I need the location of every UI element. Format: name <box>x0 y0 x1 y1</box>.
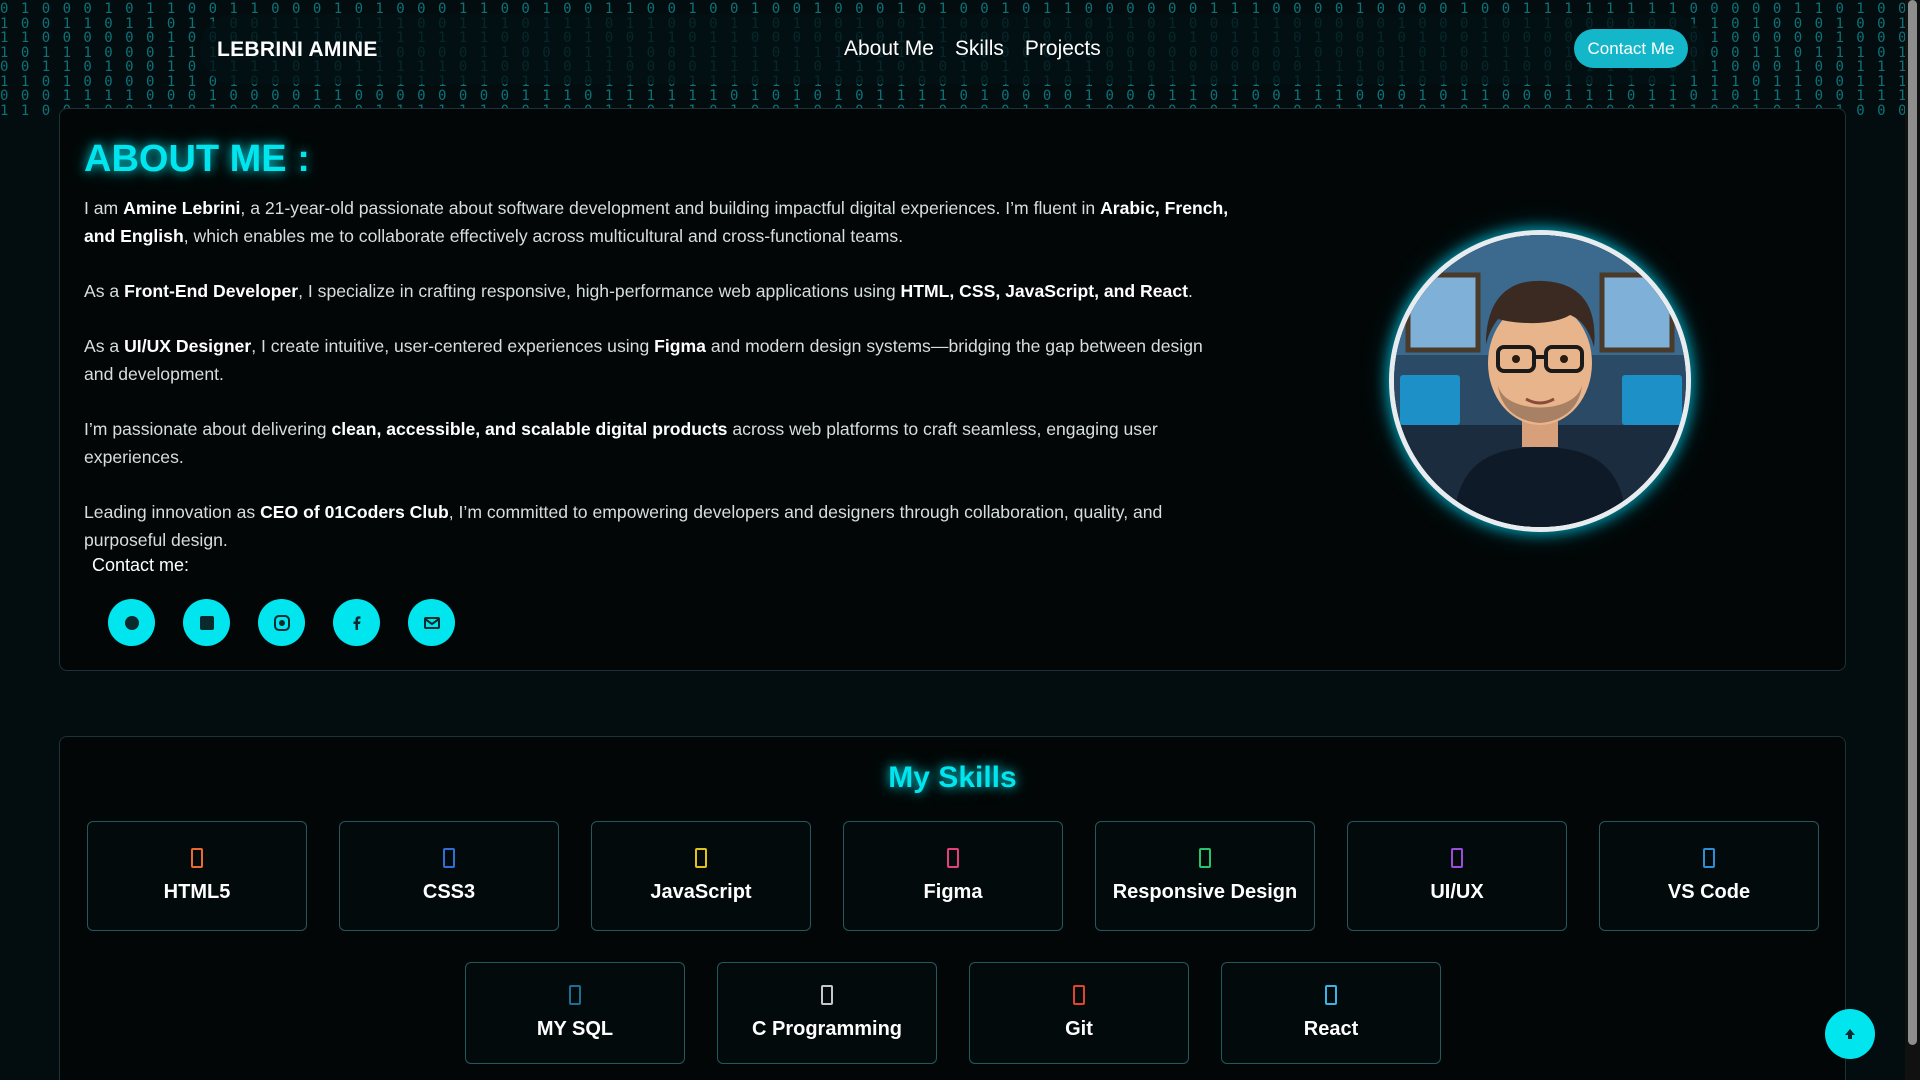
instagram-icon <box>273 614 290 631</box>
nav-links: About Me Skills Projects <box>844 37 1101 61</box>
profile-avatar <box>1389 230 1691 532</box>
about-paragraph-frontend: As a Front-End Developer, I specialize i… <box>84 281 1193 301</box>
skill-name: MY SQL <box>536 1018 614 1040</box>
mobile-icon <box>1199 848 1211 868</box>
github-icon <box>124 615 139 630</box>
scroll-to-top-button[interactable] <box>1825 1009 1875 1059</box>
linkedin-icon <box>199 615 214 630</box>
arrow-up-icon <box>1845 1029 1855 1039</box>
email-link[interactable] <box>408 599 455 646</box>
contact-me-button[interactable]: Contact Me <box>1574 29 1688 68</box>
c-icon <box>821 985 833 1005</box>
database-icon <box>569 985 581 1005</box>
skill-name: Git <box>1065 1018 1093 1040</box>
javascript-icon <box>695 848 707 868</box>
nav-about-me[interactable]: About Me <box>844 37 934 61</box>
react-icon <box>1325 985 1337 1005</box>
git-icon <box>1073 985 1085 1005</box>
skill-card-figma[interactable]: Figma <box>843 821 1063 931</box>
page: 0 1 0 0 0 1 0 1 1 0 0 1 1 0 0 0 1 0 1 0 … <box>0 0 1905 1080</box>
nav-projects[interactable]: Projects <box>1025 37 1101 61</box>
css3-icon <box>443 848 455 868</box>
skill-name: HTML5 <box>163 881 231 903</box>
email-icon <box>423 616 440 629</box>
about-paragraph-uiux: As a UI/UX Designer, I create intuitive,… <box>84 336 1203 384</box>
skill-name: Figma <box>923 881 983 903</box>
skill-card-mysql[interactable]: MY SQL <box>465 962 685 1064</box>
figma-icon <box>947 848 959 868</box>
skill-card-react[interactable]: React <box>1221 962 1441 1064</box>
about-title: ABOUT ME : <box>84 138 310 180</box>
about-paragraph-ceo: Leading innovation as CEO of 01Coders Cl… <box>84 502 1163 550</box>
nav-skills[interactable]: Skills <box>955 37 1004 61</box>
skill-name: React <box>1303 1018 1359 1040</box>
skill-name: VS Code <box>1667 881 1751 903</box>
skill-card-vs-code[interactable]: VS Code <box>1599 821 1819 931</box>
navbar: LEBRINI AMINE About Me Skills Projects C… <box>200 14 1705 84</box>
skill-card-javascript[interactable]: JavaScript <box>591 821 811 931</box>
about-section: ABOUT ME : I am Amine Lebrini, a 21-year… <box>59 108 1846 671</box>
avatar-illustration <box>1394 235 1686 527</box>
skill-card-uiux[interactable]: UI/UX <box>1347 821 1567 931</box>
github-link[interactable] <box>108 599 155 646</box>
skill-name: Responsive Design <box>1112 881 1298 903</box>
skill-name: C Programming <box>751 1018 903 1040</box>
skills-title: My Skills <box>888 761 1017 794</box>
about-description: I am Amine Lebrini, a 21-year-old passio… <box>84 194 1234 581</box>
scrollbar-thumb[interactable] <box>1908 0 1917 1045</box>
instagram-link[interactable] <box>258 599 305 646</box>
about-paragraph-passion: I’m passionate about delivering clean, a… <box>84 419 1158 467</box>
palette-icon <box>1451 848 1463 868</box>
contact-label: Contact me: <box>92 555 190 575</box>
brand-logo[interactable]: LEBRINI AMINE <box>217 38 378 62</box>
skill-name: UI/UX <box>1430 881 1484 903</box>
skills-section: My Skills HTML5 CSS3 JavaScript Figma Re… <box>59 736 1846 1080</box>
facebook-link[interactable] <box>333 599 380 646</box>
skill-card-css3[interactable]: CSS3 <box>339 821 559 931</box>
skill-card-responsive-design[interactable]: Responsive Design <box>1095 821 1315 931</box>
about-paragraph-intro: I am Amine Lebrini, a 21-year-old passio… <box>84 198 1229 246</box>
skill-card-html5[interactable]: HTML5 <box>87 821 307 931</box>
linkedin-link[interactable] <box>183 599 230 646</box>
code-icon <box>1703 848 1715 868</box>
html5-icon <box>191 848 203 868</box>
skill-card-git[interactable]: Git <box>969 962 1189 1064</box>
skill-name: JavaScript <box>650 881 752 903</box>
page-scrollbar[interactable] <box>1905 0 1920 1080</box>
social-links <box>108 599 455 646</box>
facebook-icon <box>353 615 360 630</box>
skill-name: CSS3 <box>422 881 476 903</box>
skill-card-c-programming[interactable]: C Programming <box>717 962 937 1064</box>
